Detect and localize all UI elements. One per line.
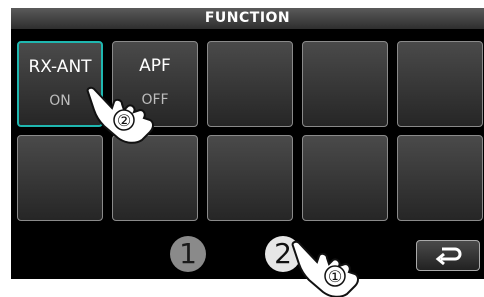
function-button-empty[interactable]	[397, 41, 483, 127]
function-button-empty[interactable]	[112, 135, 198, 221]
pointing-hand-icon: ②	[86, 86, 154, 144]
function-button-empty[interactable]	[207, 41, 293, 127]
function-button-empty[interactable]	[397, 135, 483, 221]
page-1-button[interactable]: 1	[170, 236, 206, 272]
callout-step-1: ①	[328, 267, 342, 286]
function-button-empty[interactable]	[302, 41, 388, 127]
function-screen: FUNCTION RX-ANT ON APF OFF	[11, 8, 484, 279]
function-button-empty[interactable]	[207, 135, 293, 221]
function-button-label: RX-ANT	[28, 57, 92, 77]
return-arrow-icon	[435, 247, 462, 266]
function-button-empty[interactable]	[302, 135, 388, 221]
function-button-label: APF	[139, 56, 171, 76]
screen-title: FUNCTION	[11, 8, 484, 29]
pointing-hand-icon: ①	[291, 240, 359, 297]
back-button[interactable]	[416, 240, 480, 271]
function-button-empty[interactable]	[17, 135, 103, 221]
callout-step-2: ②	[117, 111, 131, 130]
